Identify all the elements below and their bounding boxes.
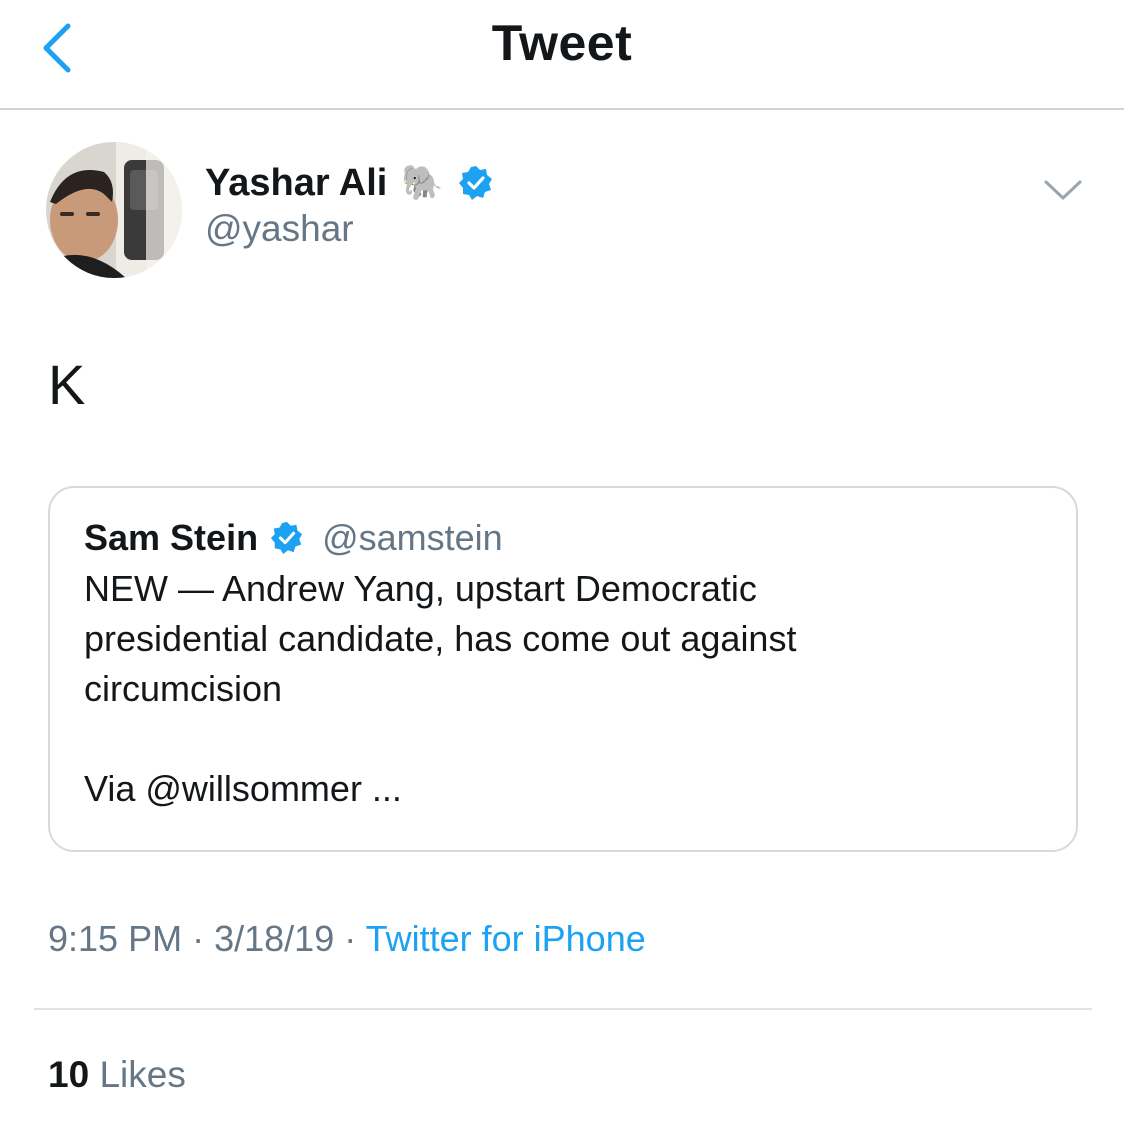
quoted-tweet-card[interactable]: Sam Stein @samstein NEW — Andrew Yang, u… (48, 486, 1078, 852)
meta-separator: · (192, 918, 205, 959)
tweet-time: 9:15 PM (48, 918, 183, 959)
navigation-bar: Tweet (0, 0, 1124, 110)
meta-separator: · (344, 918, 357, 959)
tweet-metadata: 9:15 PM · 3/18/19 · Twitter for iPhone (48, 918, 646, 960)
page-title: Tweet (491, 15, 633, 71)
author-handle[interactable]: @yashar (205, 208, 354, 250)
author-name[interactable]: Yashar Ali 🐘 (205, 160, 494, 206)
chevron-down-icon (1044, 180, 1082, 200)
author-display-name: Yashar Ali (205, 161, 388, 204)
tweet-options-button[interactable] (1040, 170, 1086, 210)
likes-count: 10 (48, 1054, 90, 1095)
quoted-text-line: circumcision (84, 668, 283, 709)
quoted-tweet-header: Sam Stein @samstein (84, 516, 503, 560)
tweet-text: K (48, 353, 86, 416)
likes-label: Likes (99, 1054, 186, 1095)
tweet-date: 3/18/19 (214, 918, 335, 959)
author-avatar[interactable] (46, 142, 182, 278)
likes-stat[interactable]: 10 Likes (48, 1054, 186, 1096)
avatar-photo (46, 142, 182, 278)
verified-badge-icon (271, 521, 303, 555)
tweet-detail-screen: Tweet Yashar Ali 🐘 @yashar K Sam Stein @… (0, 0, 1124, 1124)
elephant-emoji: 🐘 (401, 163, 444, 203)
quoted-author-handle: @samstein (322, 517, 503, 558)
verified-badge-icon (458, 166, 492, 200)
quoted-text-line: NEW — Andrew Yang, upstart Democratic (84, 568, 757, 609)
divider (34, 1008, 1092, 1010)
quoted-tweet-text: NEW — Andrew Yang, upstart Democratic pr… (84, 564, 1044, 814)
quoted-text-line: Via @willsommer ... (84, 768, 402, 809)
quoted-text-line: presidential candidate, has come out aga… (84, 618, 797, 659)
quoted-author-name: Sam Stein (84, 517, 259, 558)
tweet-source-link[interactable]: Twitter for iPhone (366, 918, 646, 959)
